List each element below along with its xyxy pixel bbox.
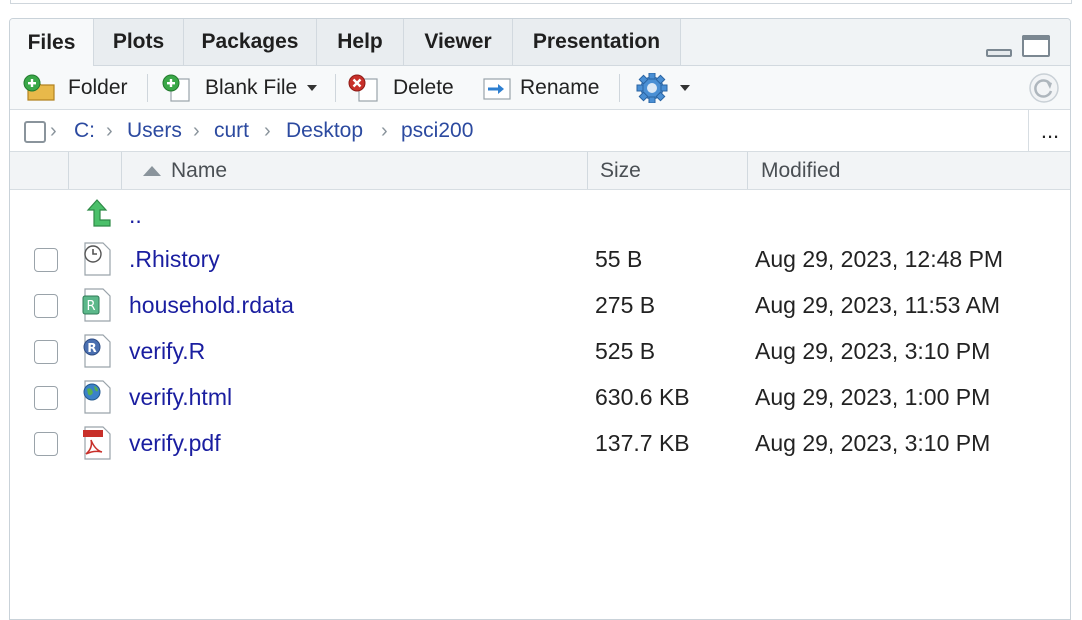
breadcrumb-item-desktop[interactable]: Desktop (286, 119, 363, 143)
icon-column-header (68, 152, 121, 189)
delete-icon (348, 74, 378, 102)
parent-directory-link[interactable]: .. (129, 202, 142, 229)
html-file-icon (83, 380, 111, 414)
delete-button[interactable]: Delete (347, 66, 454, 109)
chevron-right-icon: › (264, 120, 271, 142)
refresh-icon (1029, 72, 1059, 103)
row-checkbox[interactable] (34, 432, 58, 456)
new-folder-button[interactable]: Folder (22, 66, 128, 109)
table-row[interactable]: R household.rdata 275 B Aug 29, 2023, 11… (10, 283, 1070, 329)
file-size: 137.7 KB (595, 430, 690, 456)
files-pane: Files Plots Packages Help Viewer Present… (9, 18, 1071, 620)
file-name-link[interactable]: verify.R (129, 338, 205, 365)
rename-button[interactable]: Rename (480, 66, 599, 109)
gear-icon (636, 72, 668, 103)
rename-icon (483, 77, 511, 100)
go-to-directory-button[interactable]: ... (1028, 110, 1070, 151)
chevron-right-icon: › (50, 120, 57, 142)
history-file-icon (84, 242, 111, 276)
blank-file-label: Blank File (205, 75, 298, 99)
new-folder-icon (23, 74, 55, 101)
tab-files[interactable]: Files (10, 19, 94, 66)
file-name-link[interactable]: household.rdata (129, 292, 294, 319)
file-name-link[interactable]: .Rhistory (129, 246, 220, 273)
delete-label: Delete (393, 75, 454, 99)
row-checkbox[interactable] (34, 340, 58, 364)
minimize-pane-button[interactable] (986, 49, 1012, 57)
file-modified: Aug 29, 2023, 3:10 PM (755, 338, 991, 364)
blank-file-button[interactable]: Blank File (161, 66, 318, 109)
row-checkbox[interactable] (34, 294, 58, 318)
chevron-down-icon (680, 84, 690, 91)
file-size: 525 B (595, 338, 656, 364)
tab-plots[interactable]: Plots (94, 19, 184, 65)
refresh-button[interactable] (1028, 66, 1060, 109)
upper-pane-edge (10, 0, 1072, 4)
files-toolbar: Folder Blank File Delete Rename (10, 66, 1070, 110)
tab-viewer[interactable]: Viewer (404, 19, 513, 65)
maximize-pane-button[interactable] (1022, 35, 1050, 57)
breadcrumb: › C: › Users › curt › Desktop › psci200 … (10, 110, 1070, 152)
file-size: 275 B (595, 292, 656, 318)
name-column-label: Name (171, 158, 228, 182)
file-name-link[interactable]: verify.html (129, 384, 232, 411)
table-row[interactable]: .Rhistory 55 B Aug 29, 2023, 12:48 PM (10, 237, 1070, 283)
file-name-link[interactable]: verify.pdf (129, 430, 221, 457)
toolbar-divider (619, 74, 620, 102)
tab-presentation[interactable]: Presentation (513, 19, 681, 65)
new-blank-file-icon (162, 74, 190, 102)
pdf-file-icon (83, 426, 111, 460)
name-column-header[interactable]: Name (121, 152, 587, 189)
select-all-checkbox[interactable] (24, 121, 46, 143)
breadcrumb-item-users[interactable]: Users (127, 119, 182, 143)
toolbar-divider (147, 74, 148, 102)
new-folder-label: Folder (68, 75, 128, 99)
breadcrumb-item-curt[interactable]: curt (214, 119, 249, 143)
file-modified: Aug 29, 2023, 3:10 PM (755, 430, 991, 456)
table-row[interactable]: verify.html 630.6 KB Aug 29, 2023, 1:00 … (10, 375, 1070, 421)
modified-column-label: Modified (761, 158, 841, 182)
more-actions-button[interactable] (636, 66, 690, 109)
modified-column-header[interactable]: Modified (747, 152, 1070, 189)
tab-packages[interactable]: Packages (184, 19, 317, 65)
rdata-file-icon: R (82, 288, 111, 322)
chevron-right-icon: › (193, 120, 200, 142)
file-size: 55 B (595, 246, 643, 272)
sort-ascending-icon (143, 165, 161, 176)
tab-bar: Files Plots Packages Help Viewer Present… (10, 19, 1070, 66)
file-size: 630.6 KB (595, 384, 690, 410)
chevron-down-icon (307, 84, 318, 91)
tab-help[interactable]: Help (317, 19, 404, 65)
r-script-icon: R (83, 334, 111, 368)
row-checkbox[interactable] (34, 386, 58, 410)
size-column-header[interactable]: Size (587, 152, 747, 189)
file-list-header: Name Size Modified (10, 152, 1070, 190)
file-modified: Aug 29, 2023, 1:00 PM (755, 384, 991, 410)
breadcrumb-item-current[interactable]: psci200 (401, 119, 473, 143)
svg-text:R: R (87, 341, 96, 355)
table-row[interactable]: R verify.R 525 B Aug 29, 2023, 3:10 PM (10, 329, 1070, 375)
chevron-right-icon: › (106, 120, 113, 142)
toolbar-divider (335, 74, 336, 102)
table-row[interactable]: verify.pdf 137.7 KB Aug 29, 2023, 3:10 P… (10, 421, 1070, 467)
file-modified: Aug 29, 2023, 11:53 AM (755, 292, 1001, 318)
breadcrumb-item-drive[interactable]: C: (74, 119, 95, 143)
go-up-arrow-icon (86, 199, 111, 227)
parent-directory-row[interactable]: .. (10, 191, 1070, 237)
size-column-label: Size (600, 158, 641, 182)
svg-text:R: R (86, 299, 95, 314)
row-checkbox[interactable] (34, 248, 58, 272)
file-modified: Aug 29, 2023, 12:48 PM (755, 246, 1004, 272)
chevron-right-icon: › (381, 120, 388, 142)
rename-label: Rename (520, 75, 600, 99)
